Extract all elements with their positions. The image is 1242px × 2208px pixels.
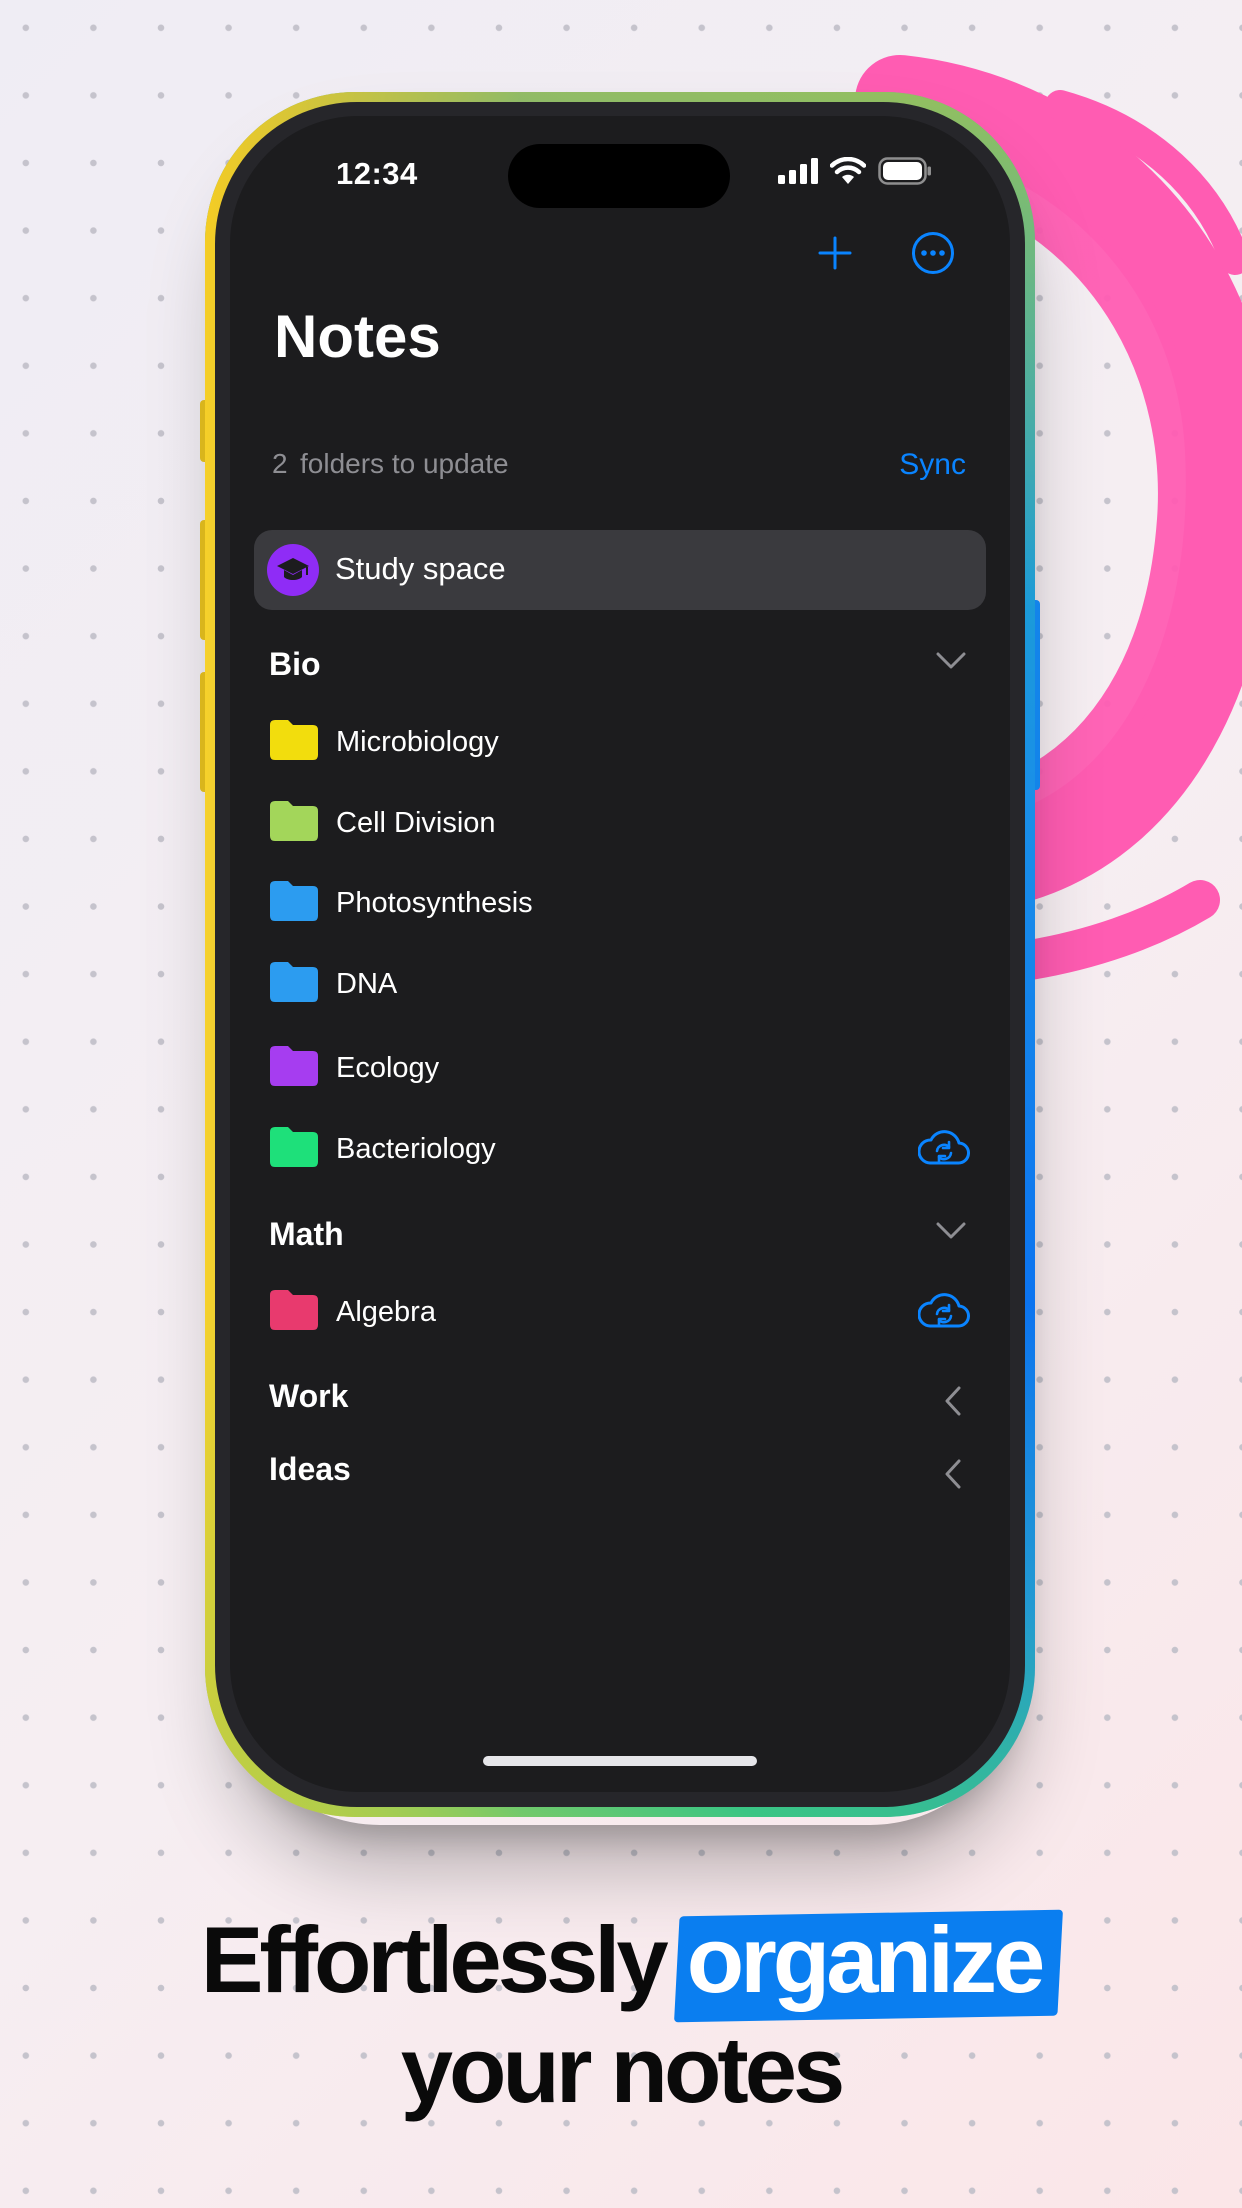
battery-icon (878, 157, 931, 185)
folder-icon-shape (270, 962, 318, 1002)
folder-label: Algebra (336, 1296, 436, 1328)
folder-icon (270, 881, 318, 921)
update-text: folders to update (300, 448, 509, 479)
cloud-sync-icon[interactable] (918, 1290, 970, 1330)
headline-line-1: Effortlessly organize (0, 1905, 1242, 2023)
more-button[interactable] (906, 226, 960, 280)
dynamic-island (508, 144, 730, 208)
folder-row[interactable]: Bacteriology (270, 1119, 970, 1179)
folder-icon (270, 801, 318, 841)
folder-row[interactable]: Photosynthesis (270, 873, 970, 933)
folder-label: Bacteriology (336, 1133, 496, 1165)
folder-icon-shape (270, 801, 318, 841)
phone-screen: 12:34 Notes 2 folders to update Sync Stu… (230, 116, 1010, 1792)
folder-icon-shape (270, 881, 318, 921)
sync-button[interactable]: Sync (899, 448, 966, 482)
folder-icon (270, 1127, 318, 1167)
graduation-cap-icon (277, 558, 309, 580)
signal-icon (778, 158, 818, 184)
section-header-work[interactable]: Work (269, 1378, 348, 1415)
folder-row[interactable]: DNA (270, 954, 970, 1014)
section-header-math[interactable]: Math (269, 1216, 344, 1253)
folder-icon-shape (270, 1127, 318, 1167)
study-space-row[interactable]: Study space (254, 530, 986, 610)
plus-icon (818, 236, 852, 270)
cloud-sync-icon[interactable] (918, 1127, 970, 1167)
add-button[interactable] (810, 228, 860, 278)
headline-highlight: organize (673, 1905, 1063, 2023)
marketing-headline: Effortlessly organize your notes (0, 1905, 1242, 2125)
folder-label: Ecology (336, 1052, 440, 1084)
headline-line-2: your notes (400, 2017, 846, 2122)
folder-row[interactable]: Cell Division (270, 793, 970, 853)
folder-label: Photosynthesis (336, 887, 533, 919)
folder-icon-shape (270, 1290, 318, 1330)
folder-row[interactable]: Ecology (270, 1038, 970, 1098)
update-count: 2 (272, 448, 288, 479)
status-time: 12:34 (336, 156, 418, 191)
page-title: Notes (274, 303, 441, 370)
folder-row[interactable]: Microbiology (270, 712, 970, 772)
chevron-left-icon[interactable] (944, 1459, 962, 1489)
headline-word: Effortlessly (200, 1907, 669, 2012)
folder-icon (270, 962, 318, 1002)
folder-icon (270, 1046, 318, 1086)
section-header-ideas[interactable]: Ideas (269, 1451, 351, 1488)
folder-label: Microbiology (336, 726, 499, 758)
chevron-down-icon[interactable] (936, 1222, 966, 1240)
folder-label: Cell Division (336, 807, 496, 839)
chevron-down-icon[interactable] (936, 652, 966, 670)
folder-label: DNA (336, 968, 398, 1000)
home-indicator[interactable] (483, 1756, 757, 1766)
study-space-label: Study space (335, 551, 506, 586)
headline-highlight-word: organize (686, 1907, 1046, 2012)
more-icon (912, 232, 954, 274)
folder-row[interactable]: Algebra (270, 1282, 970, 1342)
chevron-left-icon[interactable] (944, 1386, 962, 1416)
study-space-avatar (267, 544, 319, 596)
folder-icon-shape (270, 720, 318, 760)
folder-icon (270, 720, 318, 760)
wifi-icon (830, 157, 866, 184)
folder-icon (270, 1290, 318, 1330)
folder-icon-shape (270, 1046, 318, 1086)
status-icons (778, 156, 932, 186)
section-header-bio[interactable]: Bio (269, 646, 321, 683)
